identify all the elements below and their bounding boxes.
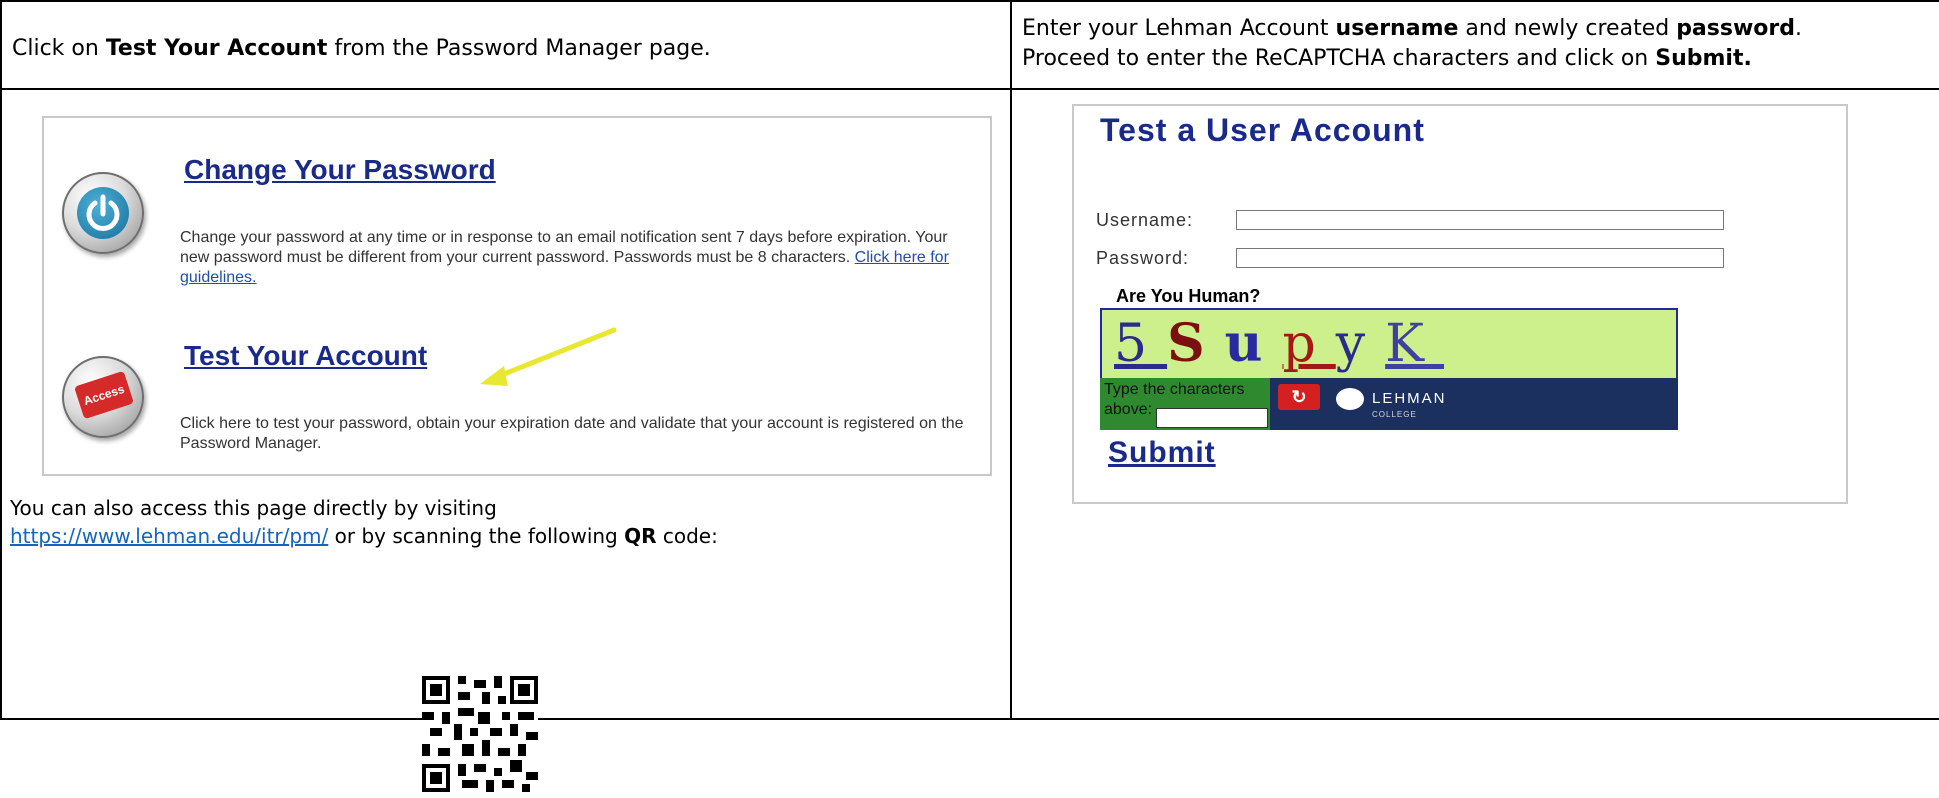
captcha-footer: Type the characters above: ↻ LEHMAN COLLE… xyxy=(1100,378,1678,430)
captcha-char: u xyxy=(1224,313,1283,374)
captcha-char: K xyxy=(1385,314,1445,374)
password-label: Password: xyxy=(1096,248,1190,268)
instruction-bold: Test Your Account xyxy=(105,36,328,61)
username-label: Username: xyxy=(1096,210,1194,230)
right-header-cell: Enter your Lehman Account username and n… xyxy=(1010,0,1939,90)
test-account-link[interactable]: Test Your Account xyxy=(184,340,427,372)
left-body-cell: Change Your Password Change your passwor… xyxy=(0,88,1012,792)
captcha-input[interactable] xyxy=(1156,408,1268,428)
captcha-image: 5SupyK xyxy=(1100,308,1678,382)
left-header-cell: Click on Test Your Account from the Pass… xyxy=(0,0,1012,90)
right-instruction: Enter your Lehman Account username and n… xyxy=(1022,16,1803,71)
test-account-description: Click here to test your password, obtain… xyxy=(180,415,964,452)
captcha-char: p xyxy=(1282,314,1336,374)
username-input[interactable] xyxy=(1236,210,1724,230)
captcha-entry-area: Type the characters above: xyxy=(1100,378,1270,430)
captcha-char: y xyxy=(1335,314,1386,374)
password-input[interactable] xyxy=(1236,248,1724,268)
power-icon[interactable] xyxy=(62,172,144,254)
qr-code-icon xyxy=(422,676,538,792)
refresh-icon[interactable]: ↻ xyxy=(1278,384,1320,410)
right-body-cell: Test a User Account Username: Password: … xyxy=(1010,88,1939,720)
captcha-char: 5 xyxy=(1114,314,1168,374)
arrow-icon xyxy=(480,327,617,386)
page-title: Test a User Account xyxy=(1100,112,1425,148)
password-manager-screenshot: Change Your Password Change your passwor… xyxy=(42,116,992,476)
lehman-logo-subtitle: COLLEGE xyxy=(1372,410,1417,419)
lehman-logo: LEHMAN xyxy=(1336,388,1447,410)
change-password-link[interactable]: Change Your Password xyxy=(184,154,496,186)
lehman-emblem-icon xyxy=(1336,388,1364,410)
captcha-heading: Are You Human? xyxy=(1116,286,1261,306)
submit-button[interactable]: Submit xyxy=(1108,436,1216,470)
captcha-char: S xyxy=(1167,313,1225,374)
password-manager-url[interactable]: https://www.lehman.edu/itr/pm/ xyxy=(10,524,328,548)
test-account-screenshot: Test a User Account Username: Password: … xyxy=(1072,104,1848,504)
captcha-widget: 5SupyK Type the characters above: ↻ LEHMA… xyxy=(1100,308,1678,432)
access-note: You can also access this page directly b… xyxy=(10,496,718,548)
instruction-table: Click on Test Your Account from the Pass… xyxy=(0,0,1939,792)
change-password-description: Change your password at any time or in r… xyxy=(180,229,949,286)
access-icon[interactable]: Access xyxy=(62,356,144,438)
left-instruction: Click on Test Your Account from the Pass… xyxy=(12,36,711,61)
